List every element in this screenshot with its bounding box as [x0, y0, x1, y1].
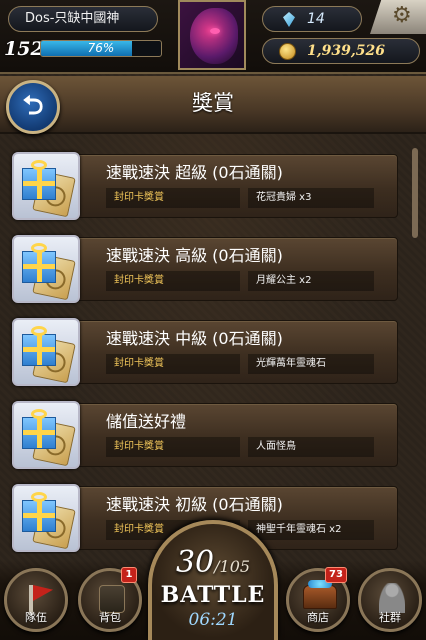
coin-icon: [279, 43, 296, 60]
battle-label: BATTLE: [160, 582, 266, 608]
nav-bag-button[interactable]: 1 背包: [78, 567, 142, 632]
nav-team-button[interactable]: 隊伍: [4, 568, 68, 632]
reward-detail: 月耀公主 x2: [248, 271, 374, 291]
gift-box-icon: [22, 168, 56, 200]
reward-thumbnail: [12, 235, 80, 303]
player-level: 152: [4, 38, 44, 60]
coin-counter[interactable]: 1,939,526: [262, 38, 420, 64]
exp-percent: 76%: [87, 41, 115, 55]
treasure-chest-icon: [303, 580, 337, 609]
coin-count: 1,939,526: [307, 43, 385, 59]
reward-list[interactable]: 速戰速決 超級 (0石通關) 封印卡獎賞 花冠貴婦 x3 速戰速決 高級 (0石…: [0, 146, 426, 554]
battle-button[interactable]: 30/105 BATTLE 06:21: [148, 520, 278, 640]
bag-badge: 1: [121, 567, 137, 583]
reward-thumbnail: [12, 152, 80, 220]
gift-bow-icon: [31, 243, 47, 253]
reward-detail: 光輝萬年靈魂石: [248, 354, 374, 374]
nav-bag-label: 背包: [99, 611, 121, 624]
settings-button[interactable]: ⚙: [370, 0, 426, 34]
reward-thumbnail: [12, 318, 80, 386]
list-item[interactable]: 速戰速決 高級 (0石通關) 封印卡獎賞 月耀公主 x2: [8, 233, 398, 305]
reward-thumbnail: [12, 401, 80, 469]
nav-shop-button[interactable]: 73 商店: [286, 567, 350, 632]
page-title: 獎賞: [192, 91, 234, 115]
nav-social-button[interactable]: 社群: [358, 568, 422, 632]
gem-counter[interactable]: 14: [262, 6, 362, 32]
reward-detail: 人面怪鳥: [248, 437, 374, 457]
gear-icon: ⚙: [392, 3, 412, 28]
reward-screen: Dos-只缺中國神 152 76% 14 ⚙ 1,939,526 ⮌ 獎賞 速戰…: [0, 0, 426, 640]
gift-box-icon: [22, 251, 56, 283]
status-bar: Dos-只缺中國神 152 76% 14 ⚙ 1,939,526: [0, 0, 426, 74]
list-item[interactable]: 速戰速決 中級 (0石通關) 封印卡獎賞 光輝萬年靈魂石: [8, 316, 398, 388]
gift-bow-icon: [31, 160, 47, 170]
gift-box-icon: [22, 500, 56, 532]
gift-bow-icon: [31, 492, 47, 502]
stamina-timer: 06:21: [188, 610, 238, 630]
list-item[interactable]: 速戰速決 超級 (0石通關) 封印卡獎賞 花冠貴婦 x3: [8, 150, 398, 222]
reward-type: 封印卡獎賞: [106, 271, 240, 291]
shop-badge: 73: [325, 567, 347, 583]
gift-box-icon: [22, 417, 56, 449]
nav-shop-label: 商店: [307, 611, 329, 624]
gem-count: 14: [307, 11, 325, 27]
stamina-current: 30: [175, 545, 215, 580]
gift-bow-icon: [31, 326, 47, 336]
avatar[interactable]: [178, 0, 246, 70]
list-item[interactable]: 儲值送好禮 封印卡獎賞 人面怪鳥: [8, 399, 398, 471]
player-name[interactable]: Dos-只缺中國神: [8, 6, 158, 32]
avatar-monster-image: [190, 8, 238, 64]
list-scrollbar[interactable]: [412, 148, 418, 238]
nav-team-label: 隊伍: [25, 611, 47, 624]
reward-title: 儲值送好禮: [106, 412, 187, 431]
reward-type: 封印卡獎賞: [106, 354, 240, 374]
stamina-readout: 30/105: [152, 546, 274, 584]
reward-detail: 神聖千年靈魂石 x2: [248, 520, 374, 540]
reward-title: 速戰速決 初級 (0石通關): [106, 495, 283, 514]
exp-bar: 76%: [40, 40, 162, 57]
reward-thumbnail: [12, 484, 80, 552]
stamina-max: /105: [214, 557, 251, 576]
gift-box-icon: [22, 334, 56, 366]
reward-title: 速戰速決 中級 (0石通關): [106, 329, 283, 348]
avatar-eye: [210, 28, 220, 34]
reward-title: 速戰速決 超級 (0石通關): [106, 163, 283, 182]
reward-detail: 花冠貴婦 x3: [248, 188, 374, 208]
gift-bow-icon: [31, 409, 47, 419]
nav-social-label: 社群: [379, 611, 401, 624]
reward-title: 速戰速決 高級 (0石通關): [106, 246, 283, 265]
reward-type: 封印卡獎賞: [106, 188, 240, 208]
gem-icon: [283, 12, 295, 27]
reward-type: 封印卡獎賞: [106, 437, 240, 457]
